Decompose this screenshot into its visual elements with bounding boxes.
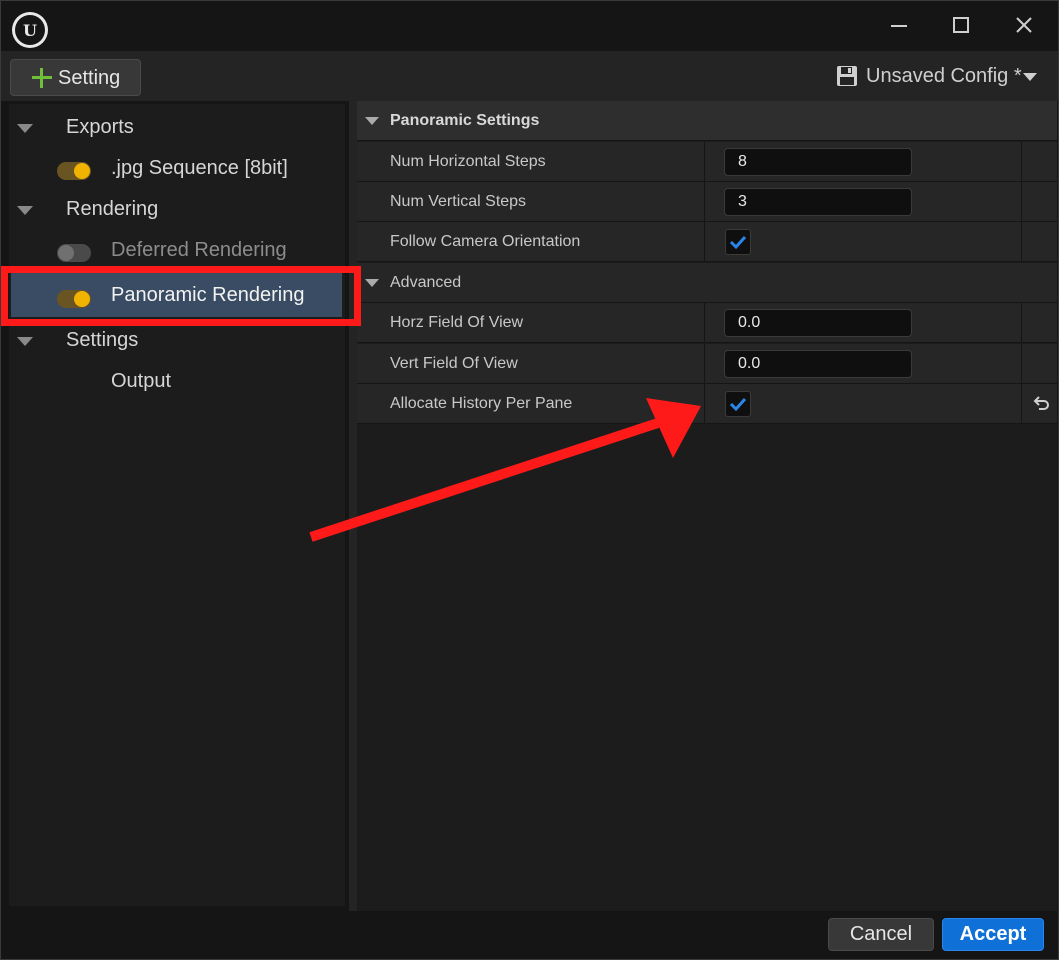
- allocate-history-per-pane-checkbox[interactable]: [725, 391, 751, 417]
- exports-label: Exports: [66, 116, 134, 138]
- subsection-title: Advanced: [390, 274, 462, 291]
- section-title: Panoramic Settings: [390, 112, 540, 129]
- property-row: Vert Field Of View: [357, 344, 1057, 384]
- settings-label: Settings: [66, 329, 139, 351]
- cancel-button[interactable]: Cancel: [828, 918, 934, 951]
- property-row: Follow Camera Orientation: [357, 222, 1057, 262]
- property-name: Num Vertical Steps: [390, 193, 527, 210]
- add-setting-button[interactable]: Setting: [10, 59, 141, 96]
- minimize-button[interactable]: [879, 9, 919, 41]
- subsection-advanced[interactable]: Advanced: [357, 263, 1057, 303]
- num-vertical-steps-input[interactable]: [724, 188, 912, 216]
- num-horizontal-steps-input[interactable]: [724, 148, 912, 176]
- expand-triangle-icon[interactable]: [17, 337, 33, 346]
- save-disk-icon: [837, 66, 857, 86]
- tree-category-rendering[interactable]: Rendering: [9, 190, 345, 230]
- checkmark-icon: [729, 397, 747, 412]
- checkmark-icon: [729, 235, 747, 250]
- annotation-arrow-icon: [309, 398, 701, 542]
- deferred-rendering-label: Deferred Rendering: [111, 239, 287, 261]
- expand-triangle-icon[interactable]: [17, 124, 33, 133]
- maximize-icon: [953, 17, 969, 33]
- output-label: Output: [111, 370, 172, 392]
- rendering-label: Rendering: [66, 198, 159, 220]
- horz-field-of-view-input[interactable]: [724, 309, 912, 337]
- add-setting-label: Setting: [58, 67, 121, 89]
- tree-item-output[interactable]: Output: [9, 362, 345, 402]
- annotation-highlight-box: [1, 266, 361, 326]
- collapse-triangle-icon[interactable]: [365, 279, 379, 287]
- accept-button[interactable]: Accept: [942, 918, 1044, 951]
- property-name: Num Horizontal Steps: [390, 153, 546, 170]
- plus-icon: [32, 68, 52, 88]
- reset-to-default-icon[interactable]: [1031, 394, 1051, 414]
- tree-item-jpg-sequence[interactable]: .jpg Sequence [8bit]: [9, 149, 345, 189]
- close-button[interactable]: [1004, 9, 1044, 41]
- vert-field-of-view-input[interactable]: [724, 350, 912, 378]
- property-row: Num Vertical Steps: [357, 182, 1057, 222]
- follow-camera-orientation-checkbox[interactable]: [725, 229, 751, 255]
- tree-category-settings[interactable]: Settings: [9, 321, 345, 361]
- jpg-sequence-label: .jpg Sequence [8bit]: [111, 157, 288, 179]
- property-row: Num Horizontal Steps: [357, 142, 1057, 182]
- tree-category-exports[interactable]: Exports: [9, 108, 345, 148]
- chevron-down-icon: [1023, 73, 1037, 81]
- title-bar: U: [1, 1, 1058, 51]
- close-icon: [1016, 17, 1032, 33]
- config-preset-dropdown[interactable]: Unsaved Config *: [836, 63, 1046, 93]
- toolbar: Setting Unsaved Config *: [1, 51, 1058, 101]
- config-label: Unsaved Config *: [866, 65, 1022, 87]
- unreal-engine-logo-icon: U: [12, 12, 48, 48]
- property-name: Vert Field Of View: [390, 355, 518, 372]
- dialog-footer: Cancel Accept: [1, 911, 1058, 959]
- section-panoramic-settings[interactable]: Panoramic Settings: [357, 101, 1057, 141]
- movie-render-queue-window: U Setting Unsaved Config * Exports .jpg …: [0, 0, 1059, 960]
- enable-toggle[interactable]: [57, 244, 91, 262]
- logo-letter: U: [23, 21, 37, 40]
- property-name: Follow Camera Orientation: [390, 233, 581, 250]
- enable-toggle[interactable]: [57, 162, 91, 180]
- property-name: Horz Field Of View: [390, 314, 524, 331]
- settings-tree-panel: Exports .jpg Sequence [8bit] Rendering D…: [9, 104, 345, 906]
- tree-item-deferred-rendering[interactable]: Deferred Rendering: [9, 231, 345, 271]
- property-row: Horz Field Of View: [357, 303, 1057, 343]
- maximize-button[interactable]: [941, 9, 981, 41]
- minimize-icon: [891, 25, 907, 27]
- collapse-triangle-icon[interactable]: [365, 117, 379, 125]
- expand-triangle-icon[interactable]: [17, 206, 33, 215]
